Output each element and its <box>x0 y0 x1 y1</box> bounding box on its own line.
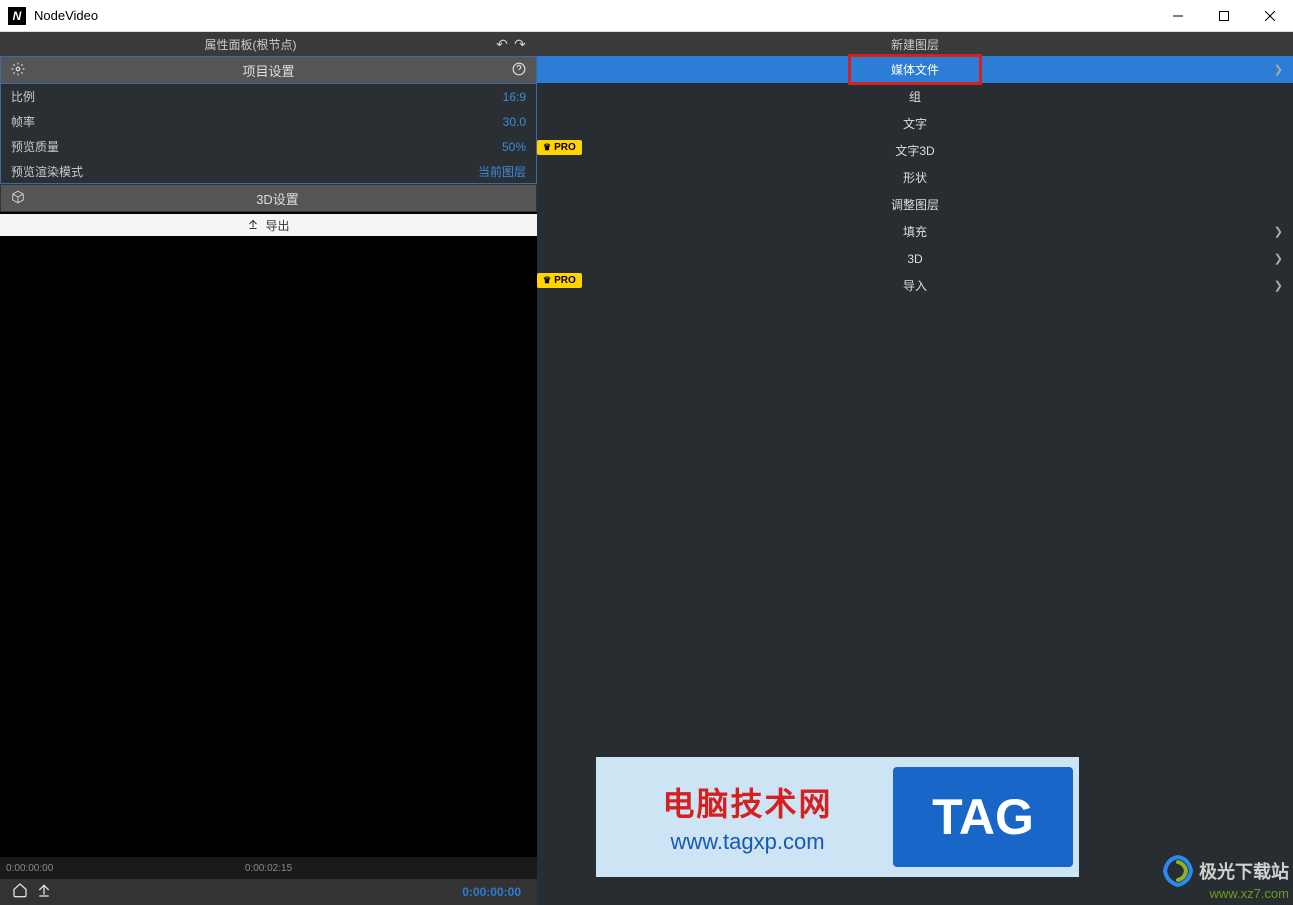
redo-icon[interactable]: ↷ <box>511 36 529 53</box>
prop-label: 比例 <box>11 88 503 105</box>
layer-item[interactable]: 导入 ❯ <box>537 272 1293 299</box>
prop-row[interactable]: 预览渲染模式当前图层 <box>0 159 537 184</box>
layer-item-label: 形状 <box>903 169 927 186</box>
maximize-button[interactable] <box>1201 0 1247 32</box>
layer-item[interactable]: 组 <box>537 83 1293 110</box>
help-icon[interactable] <box>510 62 528 79</box>
current-time: 0:00:00:00 <box>462 885 521 899</box>
watermark-url: www.tagxp.com <box>670 829 824 855</box>
pro-badge: ♛ PRO <box>537 140 582 155</box>
timeline-start: 0:00:00:00 <box>6 863 53 874</box>
layer-item[interactable]: 调整图层 <box>537 191 1293 218</box>
timeline[interactable]: 0:00:00:00 0:00:02:15 <box>0 857 537 879</box>
prop-label: 预览渲染模式 <box>11 163 478 180</box>
window-controls <box>1155 0 1293 32</box>
layer-item-label: 填充 <box>903 223 927 240</box>
home-icon[interactable] <box>8 882 32 902</box>
minimize-button[interactable] <box>1155 0 1201 32</box>
layer-item-label: 3D <box>907 252 922 266</box>
prop-value[interactable]: 50% <box>502 140 526 154</box>
export-label: 导出 <box>265 217 289 234</box>
watermark-xz7: 极光下载站 www.xz7.com <box>1161 854 1289 901</box>
close-button[interactable] <box>1247 0 1293 32</box>
layer-item[interactable]: 形状 <box>537 164 1293 191</box>
layer-item-label: 媒体文件 <box>851 57 979 82</box>
layer-item-label: 组 <box>909 88 921 105</box>
layer-item[interactable]: 媒体文件 ❯ <box>537 56 1293 83</box>
prop-row[interactable]: 帧率30.0 <box>0 109 537 134</box>
watermark2-name: 极光下载站 <box>1199 858 1289 884</box>
crown-icon: ♛ <box>543 275 551 286</box>
prop-row[interactable]: 预览质量50% <box>0 134 537 159</box>
layer-item-label: 文字 <box>903 115 927 132</box>
share-icon[interactable] <box>32 882 56 902</box>
chevron-right-icon: ❯ <box>1274 225 1283 238</box>
app-icon: N <box>8 7 26 25</box>
prop-value[interactable]: 当前图层 <box>478 163 526 180</box>
chevron-right-icon: ❯ <box>1274 279 1283 292</box>
undo-icon[interactable]: ↶ <box>493 36 511 53</box>
watermark-cn: 电脑技术网 <box>662 779 832 825</box>
properties-panel-header: 属性面板(根节点) ↶ ↷ <box>0 32 537 56</box>
app-title: NodeVideo <box>34 8 1155 23</box>
export-icon <box>247 218 259 233</box>
layer-item-label: 调整图层 <box>891 196 939 213</box>
chevron-right-icon: ❯ <box>1274 63 1283 76</box>
left-panel: 属性面板(根节点) ↶ ↷ 项目设置 比例16:9帧率30.0预览质量50%预览… <box>0 32 537 905</box>
watermark-tag: TAG <box>893 767 1073 867</box>
prop-value[interactable]: 30.0 <box>503 115 526 129</box>
crown-icon: ♛ <box>543 142 551 153</box>
project-settings-header[interactable]: 项目设置 <box>0 56 537 84</box>
3d-settings-header[interactable]: 3D设置 <box>0 184 537 212</box>
pro-badge: ♛ PRO <box>537 273 582 288</box>
properties-panel-title: 属性面板(根节点) <box>8 36 493 53</box>
layer-item[interactable]: 3D ❯ <box>537 245 1293 272</box>
watermark2-url: www.xz7.com <box>1210 886 1289 901</box>
layer-item-label: 文字3D <box>895 142 934 159</box>
timeline-mid: 0:00:02:15 <box>245 863 292 874</box>
prop-label: 帧率 <box>11 113 503 130</box>
prop-row[interactable]: 比例16:9 <box>0 84 537 109</box>
export-button[interactable]: 导出 <box>0 214 537 236</box>
new-layer-header: 新建图层 <box>537 32 1293 56</box>
gear-icon <box>9 62 27 79</box>
layer-item[interactable]: 填充 ❯ <box>537 218 1293 245</box>
titlebar: N NodeVideo <box>0 0 1293 32</box>
watermark-tagxp: 电脑技术网 www.tagxp.com TAG <box>596 757 1079 877</box>
layer-item[interactable]: 文字 <box>537 110 1293 137</box>
bottombar: 0:00:00:00 <box>0 879 537 905</box>
preview-area[interactable] <box>0 236 537 857</box>
chevron-right-icon: ❯ <box>1274 252 1283 265</box>
swirl-icon <box>1161 854 1195 888</box>
3d-settings-title: 3D设置 <box>27 189 528 208</box>
cube-icon <box>9 190 27 207</box>
prop-value[interactable]: 16:9 <box>503 90 526 104</box>
project-settings-title: 项目设置 <box>27 61 510 80</box>
prop-label: 预览质量 <box>11 138 502 155</box>
layer-item[interactable]: 文字3D <box>537 137 1293 164</box>
layer-item-label: 导入 <box>903 277 927 294</box>
